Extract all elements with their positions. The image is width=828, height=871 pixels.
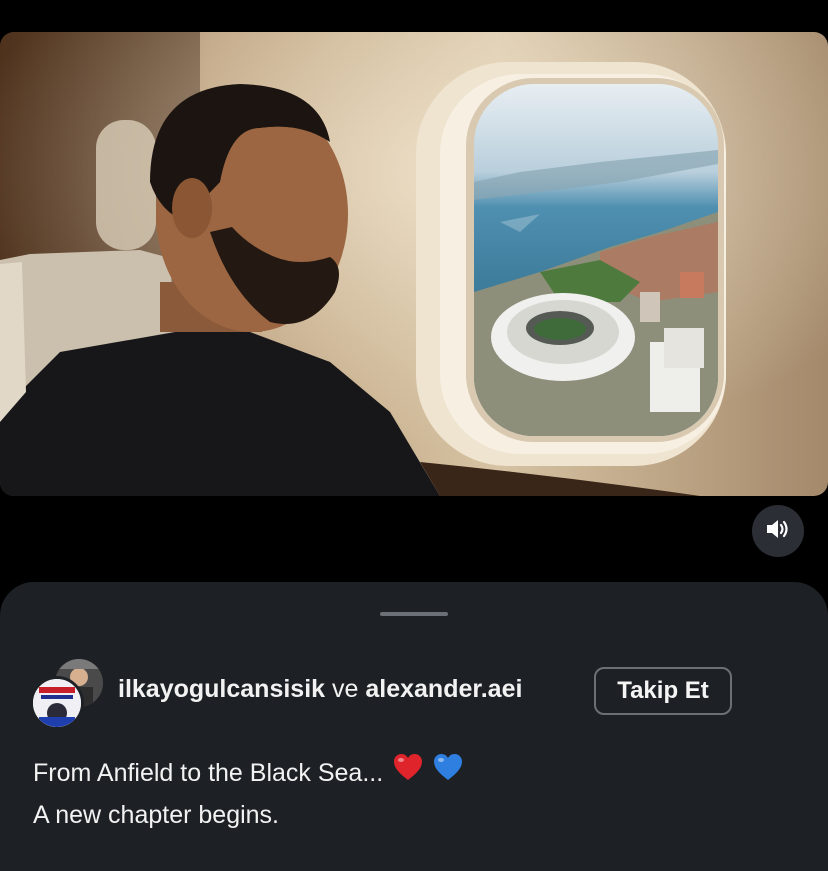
speaker-volume-icon	[765, 518, 791, 545]
follow-button[interactable]: Takip Et	[594, 667, 732, 715]
red-heart-icon	[393, 752, 423, 794]
collab-avatars[interactable]	[30, 656, 106, 730]
username-second[interactable]: alexander.aei	[365, 675, 522, 703]
caption-line-2: A new chapter begins.	[33, 801, 279, 829]
sheet-grabber[interactable]	[380, 612, 448, 616]
sound-toggle-button[interactable]	[752, 505, 804, 557]
caption-sheet: ilkayogulcansisik ve alexander.aei Takip…	[0, 582, 828, 871]
collab-usernames: ilkayogulcansisik ve alexander.aei	[118, 675, 522, 704]
reel-viewer: ilkayogulcansisik ve alexander.aei Takip…	[0, 0, 828, 871]
username-conjunction: ve	[332, 675, 359, 703]
post-video[interactable]	[0, 32, 828, 496]
post-caption: From Anfield to the Black Sea... A new c…	[33, 752, 463, 836]
blue-heart-icon	[433, 752, 463, 794]
avatar-alexander-aei[interactable]	[30, 676, 84, 730]
caption-line-1: From Anfield to the Black Sea...	[33, 759, 384, 787]
username-first[interactable]: ilkayogulcansisik	[118, 675, 325, 703]
